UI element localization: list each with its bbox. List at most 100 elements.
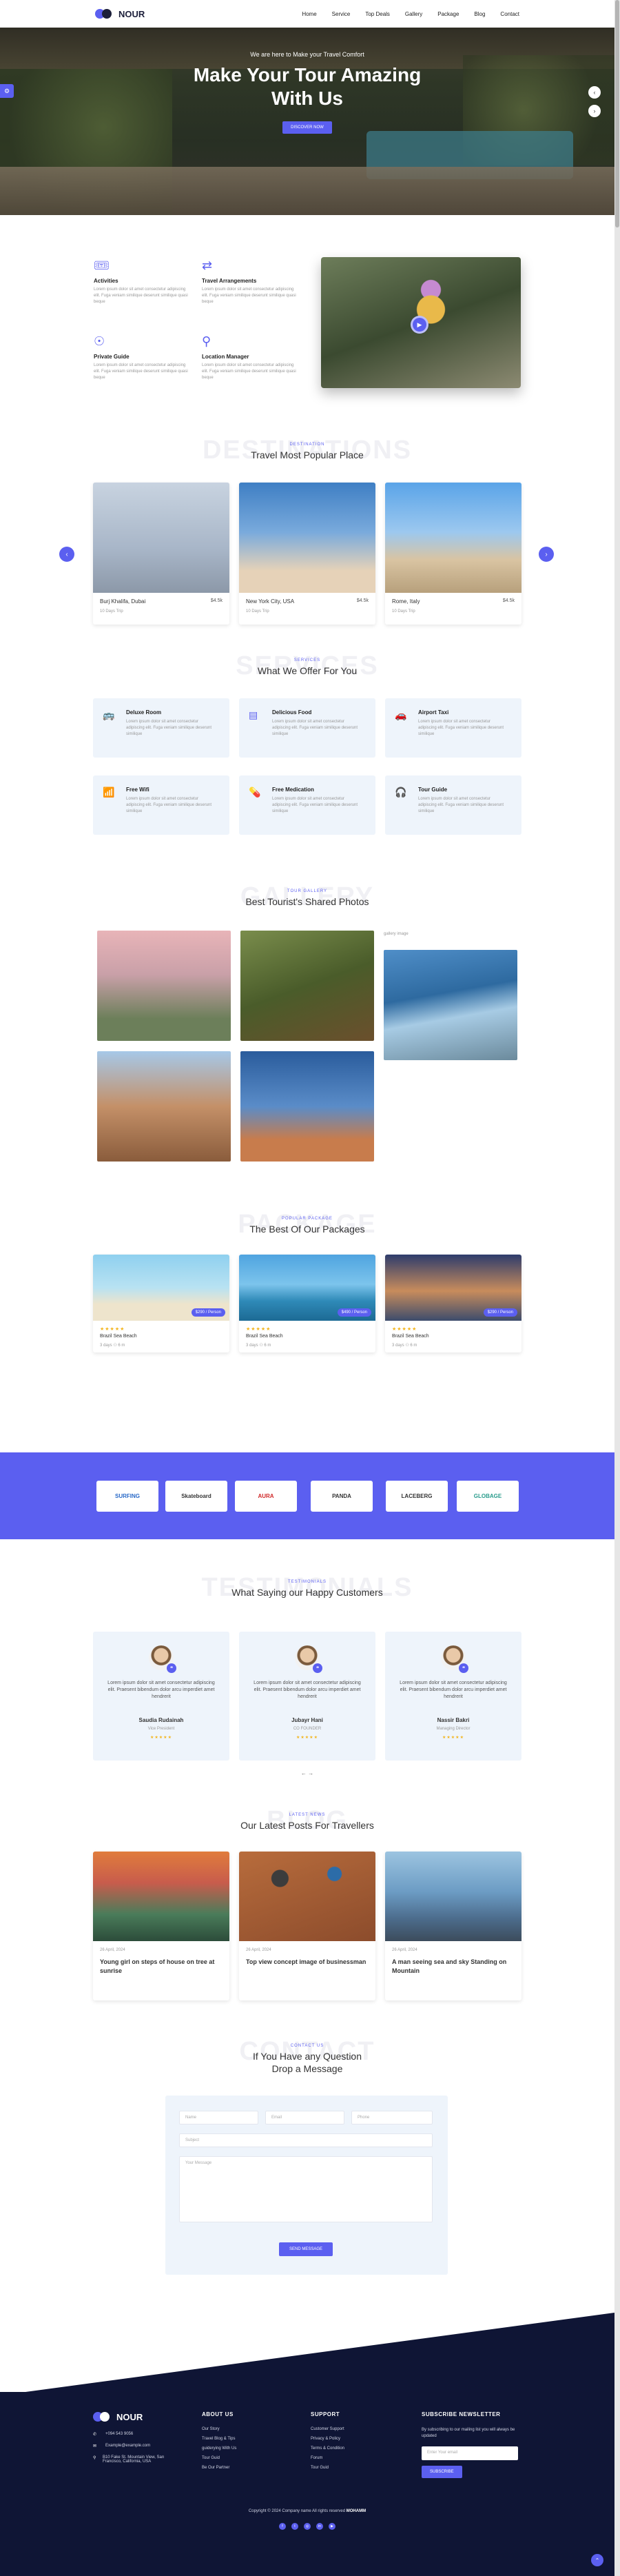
message-textarea[interactable]: Your Message [179, 2156, 433, 2222]
hero-next-arrow-icon[interactable]: › [588, 105, 601, 117]
blog-title[interactable]: Top view concept image of businessman [246, 1958, 369, 1967]
package-price-badge: $490 / Person [337, 1308, 371, 1317]
scrollbar-thumb[interactable] [615, 0, 619, 227]
quote-icon: ❝ [459, 1663, 468, 1673]
section-tag: SERVICES [293, 658, 321, 662]
linkedin-icon[interactable]: in [316, 2523, 323, 2530]
food-icon: ▤ [249, 709, 258, 720]
gallery-horse-image[interactable] [240, 931, 374, 1041]
medication-icon: 💊 [249, 787, 261, 798]
testimonial-name: Jubayr Hani [291, 1717, 323, 1723]
brand-name: NOUR [118, 8, 145, 19]
footer-logo[interactable]: NOUR [93, 2411, 169, 2422]
gallery-waves-image[interactable] [384, 950, 517, 1060]
blog-title[interactable]: A man seeing sea and sky Standing on Mou… [392, 1958, 515, 1976]
partner-logo: Skateboard [165, 1481, 227, 1512]
subject-field[interactable]: Subject [179, 2133, 433, 2147]
service-card: 📶 Free Wifi Lorem ipsum dolor sit amet c… [93, 775, 229, 835]
subscribe-button[interactable]: SUBSCRIBE [422, 2466, 462, 2478]
footer-phone: ✆ +094 543 9056 [93, 2432, 169, 2437]
footer-link[interactable]: Forum [311, 2456, 344, 2460]
blog-card[interactable]: 26 April, 2024 A man seeing sea and sky … [385, 1852, 521, 2000]
nav-package[interactable]: Package [437, 11, 459, 17]
feature-title: Location Manager [202, 354, 249, 360]
destination-price: $4.5k [210, 598, 223, 603]
testimonial-role: CO FOUNDER [293, 1727, 322, 1731]
dest-next-arrow-icon[interactable]: › [539, 547, 554, 562]
destination-card[interactable]: New York City, USA $4.5k 10 Days Trip [239, 483, 375, 625]
blog-treehouse-image [93, 1852, 229, 1941]
page-scrollbar[interactable] [614, 0, 620, 2576]
footer-link[interactable]: Tour Guid [311, 2466, 344, 2470]
destinations-header: DESTINATIONS DESTINATION Travel Most Pop… [0, 436, 614, 465]
brand-logo[interactable]: NOUR [95, 8, 145, 19]
section-title: Best Tourist's Shared Photos [245, 896, 369, 907]
phone-field[interactable]: Phone [351, 2111, 433, 2124]
scroll-to-top-icon[interactable]: ⌃ [591, 2554, 603, 2566]
wifi-icon: 📶 [103, 787, 115, 798]
twitter-icon[interactable]: t [291, 2523, 298, 2530]
section-tag: DESTINATION [289, 443, 325, 447]
feature-private-guide: ☉ Private Guide Lorem ipsum dolor sit am… [94, 334, 190, 381]
hero-prev-arrow-icon[interactable]: ‹ [588, 86, 601, 99]
footer-about-col: ABOUT US Our Story Travel Blog & Tips gu… [202, 2411, 236, 2475]
discover-now-button[interactable]: DISCOVER NOW [282, 121, 332, 134]
footer-link[interactable]: Be Our Partner [202, 2466, 236, 2470]
nav-gallery[interactable]: Gallery [405, 11, 422, 17]
service-card: ▤ Delicious Food Lorem ipsum dolor sit a… [239, 698, 375, 758]
footer-link[interactable]: guiderying With Us [202, 2446, 236, 2451]
travel-arrangements-icon: ⇄ [202, 258, 213, 272]
service-card: 🚌 Deluxe Room Lorem ipsum dolor sit amet… [93, 698, 229, 758]
play-video-icon[interactable]: ▶ [411, 316, 428, 334]
copyright-brand[interactable]: MOHAMM [347, 2509, 366, 2513]
nav-contact[interactable]: Contact [500, 11, 519, 17]
footer-link[interactable]: Privacy & Policy [311, 2437, 344, 2441]
blog-card[interactable]: 26 April, 2024 Top view concept image of… [239, 1852, 375, 2000]
facebook-icon[interactable]: f [279, 2523, 286, 2530]
destination-card[interactable]: Burj Khalifa, Dubai $4.5k 10 Days Trip [93, 483, 229, 625]
service-title: Delicious Food [272, 709, 312, 716]
package-card[interactable]: $290 / Person ★★★★★ Brazil Sea Beach 3 d… [93, 1255, 229, 1352]
email-field[interactable]: Email [265, 2111, 344, 2124]
send-message-button[interactable]: SEND MESSAGE [279, 2242, 333, 2256]
package-price-badge: $290 / Person [191, 1308, 225, 1317]
logo-icon [95, 8, 116, 19]
packages-header: PACKAGE POPULAR PACKAGE The Best Of Our … [0, 1210, 614, 1239]
nav-home[interactable]: Home [302, 11, 316, 17]
newsletter-email-input[interactable]: Enter Your email [422, 2446, 518, 2460]
quote-icon: ❝ [167, 1663, 176, 1673]
page: NOUR Home Service Top Deals Gallery Pack… [0, 0, 620, 2576]
gallery-london-eye-image[interactable] [240, 1051, 374, 1162]
testimonial-pager-arrows-icon[interactable]: ← → [0, 1770, 614, 1776]
nav-blog[interactable]: Blog [474, 11, 485, 17]
youtube-icon[interactable]: ▶ [329, 2523, 335, 2530]
instagram-icon[interactable]: ◎ [304, 2523, 311, 2530]
nav-service[interactable]: Service [332, 11, 351, 17]
about-image: ▶ [321, 257, 521, 388]
name-field[interactable]: Name [179, 2111, 258, 2124]
gallery-eiffel-image[interactable] [97, 931, 231, 1041]
footer-link[interactable]: Tour Guid [202, 2456, 236, 2460]
footer-link[interactable]: Our Story [202, 2427, 236, 2431]
footer-support-title: SUPPORT [311, 2411, 340, 2417]
footer-link[interactable]: Travel Blog & Tips [202, 2437, 236, 2441]
package-card[interactable]: $290 / Person ★★★★★ Brazil Sea Beach 3 d… [385, 1255, 521, 1352]
hero-title: Make Your Tour Amazing With Us [193, 64, 422, 109]
package-card[interactable]: $490 / Person ★★★★★ Brazil Sea Beach 3 d… [239, 1255, 375, 1352]
footer-link[interactable]: Terms & Condition [311, 2446, 344, 2451]
package-name: Brazil Sea Beach [392, 1334, 429, 1339]
testimonial-role: Vice President [147, 1727, 175, 1731]
dest-prev-arrow-icon[interactable]: ‹ [59, 547, 74, 562]
service-text: Lorem ipsum dolor sit amet consectetur a… [272, 797, 358, 813]
blog-card[interactable]: 26 April, 2024 Young girl on steps of ho… [93, 1852, 229, 2000]
blog-title[interactable]: Young girl on steps of house on tree at … [100, 1958, 223, 1976]
gallery-colosseum-image[interactable] [97, 1051, 231, 1162]
package-meta: 3 days ⚇ 6 m [392, 1343, 417, 1348]
nav-top-deals[interactable]: Top Deals [365, 11, 390, 17]
footer-link[interactable]: Customer Support [311, 2427, 344, 2431]
destination-card[interactable]: Rome, Italy $4.5k 10 Days Trip [385, 483, 521, 625]
testimonial-role: Managing Director [436, 1727, 471, 1731]
feature-text: Lorem ipsum dolor sit amet consectetur a… [202, 363, 296, 380]
location-pin-icon: ⚲ [202, 334, 211, 348]
feature-title: Travel Arrangements [202, 278, 257, 284]
